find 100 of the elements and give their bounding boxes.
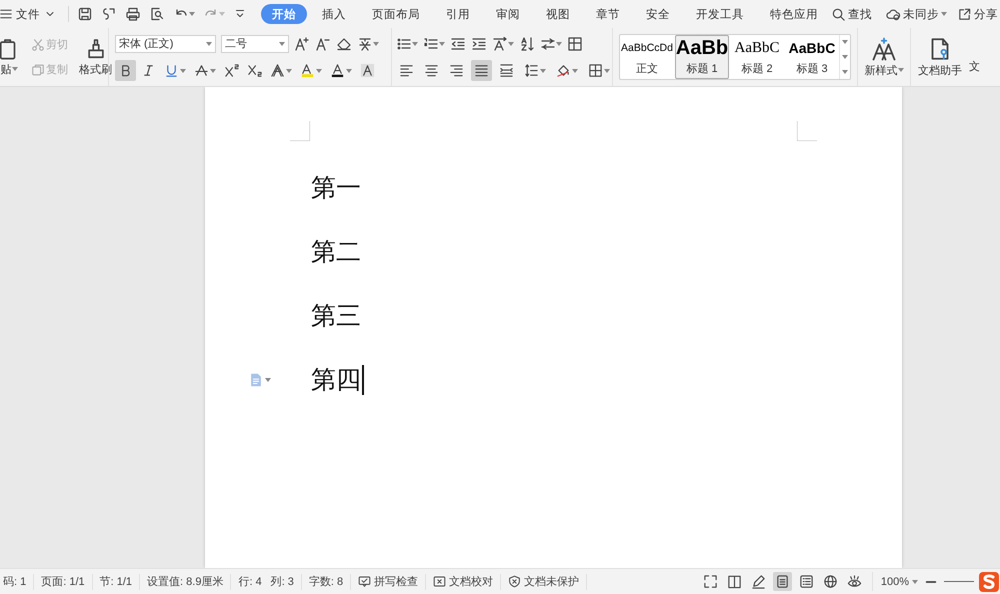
caret-icon xyxy=(842,40,848,44)
status-text: 列: 3 xyxy=(264,574,302,590)
style-option[interactable]: AaBbCcDd 正文 xyxy=(620,35,674,79)
new-style-button[interactable]: 新样式 xyxy=(860,36,908,78)
style-preview: AaBbC xyxy=(734,39,780,58)
caret-icon xyxy=(346,68,352,72)
caret-icon xyxy=(508,42,514,46)
book-icon xyxy=(726,574,742,589)
status-text: 设置值: 8.9厘米 xyxy=(140,574,232,590)
caret-icon xyxy=(412,42,418,46)
menu-icon xyxy=(0,8,12,20)
proofread-icon xyxy=(433,575,446,588)
document-assistant-button[interactable]: 文档助手 xyxy=(914,36,966,78)
numbered-list-icon[interactable] xyxy=(423,36,439,52)
text-direction-icon[interactable] xyxy=(492,36,508,52)
font-size-dropdown[interactable]: 二号 xyxy=(221,34,289,52)
caret-icon xyxy=(316,68,322,72)
caret-icon xyxy=(556,42,562,46)
status-text: 字数: 8 xyxy=(302,574,352,590)
align-left-icon xyxy=(399,63,414,78)
style-option[interactable]: AaBbC 标题 3 xyxy=(785,35,839,79)
spell-check-icon xyxy=(358,575,372,588)
proof-button[interactable]: 文档校对 xyxy=(426,574,502,590)
caret-icon xyxy=(373,42,379,46)
align-center-icon xyxy=(424,63,439,78)
caret-icon xyxy=(439,42,445,46)
spell-button[interactable]: 拼写检查 xyxy=(351,574,426,590)
bullet-list-icon[interactable] xyxy=(396,36,412,52)
style-preview: AaBbC xyxy=(788,39,836,58)
caret-icon xyxy=(898,68,904,72)
file-menu[interactable]: 文件 xyxy=(0,4,62,24)
eye-icon xyxy=(846,574,862,589)
pinyin-icon[interactable] xyxy=(357,36,373,52)
paragraph-text: 第三 xyxy=(311,301,361,331)
format-painter-button[interactable]: 格式刷 xyxy=(75,38,116,76)
outline-view-icon xyxy=(798,574,814,589)
fullscreen-icon xyxy=(702,574,718,589)
caret-icon xyxy=(842,54,848,59)
distribute-icon xyxy=(499,63,514,78)
font-family-dropdown[interactable]: 宋体 (正文) xyxy=(115,34,216,52)
line-spacing-icon xyxy=(524,63,539,78)
cloud-icon xyxy=(886,6,901,22)
style-preview: AaBbCcDd xyxy=(621,41,673,56)
caret-icon xyxy=(279,42,285,46)
highlight-icon xyxy=(300,63,315,78)
ribbon-tab[interactable]: 审阅 xyxy=(485,4,531,24)
shield-icon xyxy=(508,575,522,588)
page-view-view-button[interactable] xyxy=(772,572,792,591)
sync-button[interactable]: 未同步 xyxy=(884,6,949,22)
ribbon-tab[interactable]: 特色应用 xyxy=(759,4,829,24)
status-text: 行: 4 xyxy=(237,575,263,590)
pen-icon xyxy=(750,574,766,589)
caret-icon xyxy=(12,67,18,71)
ribbon-tab[interactable]: 页面布局 xyxy=(361,4,431,24)
indent-icon[interactable] xyxy=(471,36,487,52)
italic-icon xyxy=(141,63,156,78)
text-cursor xyxy=(362,365,364,395)
print-preview-icon[interactable] xyxy=(149,6,165,22)
bold-button[interactable] xyxy=(115,60,136,81)
paste-button[interactable]: 贴 xyxy=(0,38,24,76)
paragraph-text: 第一 xyxy=(311,173,361,203)
share-icon xyxy=(957,6,972,22)
justify-button[interactable] xyxy=(471,60,492,81)
strikethrough-icon xyxy=(194,63,209,78)
input-method-icon[interactable] xyxy=(978,570,1000,592)
table-icon[interactable] xyxy=(567,36,583,52)
paragraph-text: 第四 xyxy=(311,365,361,395)
caret-icon xyxy=(265,378,271,382)
paragraph-text: 第二 xyxy=(311,237,361,267)
printer-icon[interactable] xyxy=(125,6,141,22)
caret-icon xyxy=(842,70,848,74)
style-option[interactable]: AaBbC 标题 2 xyxy=(730,35,784,79)
ribbon-label: 文 xyxy=(969,60,980,74)
ribbon-tab[interactable]: 安全 xyxy=(635,4,681,24)
search-button[interactable]: 查找 xyxy=(829,6,874,22)
ribbon-tab[interactable]: 章节 xyxy=(585,4,631,24)
search-icon xyxy=(831,6,846,22)
ribbon-tab[interactable]: 开发工具 xyxy=(685,4,755,24)
protect-button[interactable]: 文档未保护 xyxy=(501,574,588,590)
justify-icon xyxy=(474,63,489,78)
globe-icon xyxy=(822,574,838,589)
shrink-font-icon[interactable] xyxy=(315,36,331,52)
style-option[interactable]: AaBb 标题 1 xyxy=(675,35,729,79)
ribbon-tab[interactable]: 视图 xyxy=(535,4,581,24)
ribbon-tab[interactable]: 插入 xyxy=(311,4,357,24)
zoom-dropdown[interactable]: 100% xyxy=(872,576,924,588)
copy-icon xyxy=(31,62,45,76)
underline-icon xyxy=(164,63,179,78)
grow-font-icon[interactable] xyxy=(294,36,310,52)
caret-icon xyxy=(604,68,610,72)
sort-icon[interactable] xyxy=(519,36,535,52)
tab-stops-icon[interactable] xyxy=(540,36,556,52)
caret-icon xyxy=(219,12,225,16)
outdent-icon[interactable] xyxy=(450,36,466,52)
share-button[interactable]: 分享 xyxy=(955,6,1000,22)
caret-icon xyxy=(941,12,947,16)
ribbon-tab[interactable]: 引用 xyxy=(435,4,481,24)
eraser-icon[interactable] xyxy=(336,36,352,52)
paint-bucket-icon xyxy=(556,63,571,78)
align-right-icon xyxy=(449,63,464,78)
